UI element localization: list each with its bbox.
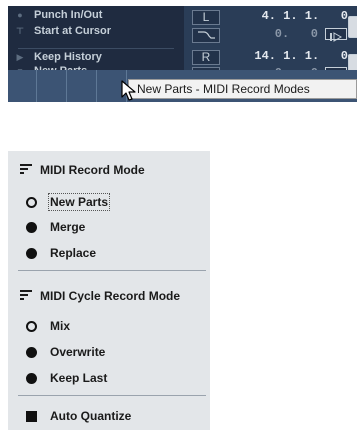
- skip-forward-button[interactable]: [325, 28, 347, 42]
- radio-dot-icon: [26, 373, 37, 384]
- menu-item-mix[interactable]: Mix: [26, 317, 71, 335]
- radio-dot-icon: [26, 222, 37, 233]
- menu-item-label: Replace: [50, 246, 97, 260]
- right-locator-position[interactable]: 14. 1. 1. 0: [218, 49, 348, 63]
- left-locator-button[interactable]: L: [192, 10, 220, 25]
- midi-cycle-record-mode-heading: MIDI Cycle Record Mode: [20, 287, 180, 305]
- left-locator-sub: 0. 0: [274, 27, 318, 41]
- menu-item-overwrite[interactable]: Overwrite: [26, 343, 106, 361]
- ruler-gridline: [96, 70, 97, 102]
- left-locator-position[interactable]: 4. 1. 1. 0: [218, 9, 348, 23]
- mouse-cursor-icon: [121, 80, 136, 101]
- punch-in-out-label: Punch In/Out: [34, 9, 103, 21]
- side-handle[interactable]: [348, 16, 357, 38]
- list-lines-icon: [20, 163, 32, 175]
- menu-item-label: Auto Quantize: [50, 409, 132, 423]
- divider: [18, 48, 174, 49]
- menu-item-label: Mix: [50, 319, 71, 333]
- play-icon: ▶: [16, 52, 24, 62]
- menu-item-label: New Parts: [47, 193, 111, 211]
- midi-record-mode-heading: MIDI Record Mode: [20, 161, 145, 179]
- menu-item-merge[interactable]: Merge: [26, 218, 86, 236]
- record-dot-icon: ●: [17, 10, 23, 20]
- tooltip: New Parts - MIDI Record Modes: [128, 79, 357, 99]
- ruler-gridline: [66, 70, 67, 102]
- radio-dot-icon: [26, 347, 37, 358]
- midi-cycle-record-mode-label: MIDI Cycle Record Mode: [40, 289, 181, 303]
- right-locator-button[interactable]: R: [192, 50, 220, 65]
- radio-dot-icon: [26, 248, 37, 259]
- keep-history-option[interactable]: ▶ Keep History: [8, 50, 184, 64]
- menu-item-label: Overwrite: [50, 345, 106, 359]
- start-at-cursor-option[interactable]: ⊤ Start at Cursor: [8, 24, 184, 38]
- cursor-start-icon: ⊤: [15, 26, 25, 36]
- skip-forward-icon: [330, 32, 343, 42]
- menu-item-new-parts[interactable]: New Parts: [26, 193, 111, 211]
- menu-item-label: Keep Last: [50, 371, 108, 385]
- menu-item-auto-quantize[interactable]: Auto Quantize: [26, 407, 132, 425]
- ruler-gridline: [36, 70, 37, 102]
- keep-history-label: Keep History: [34, 51, 102, 63]
- punch-in-out-option[interactable]: ● Punch In/Out: [8, 8, 184, 22]
- radio-ring-icon: [26, 321, 37, 332]
- menu-item-keep-last[interactable]: Keep Last: [26, 369, 108, 387]
- menu-divider: [18, 270, 206, 271]
- menu-item-replace[interactable]: Replace: [26, 244, 97, 262]
- menu-item-label: Merge: [50, 220, 86, 234]
- midi-record-menu: MIDI Record Mode New Parts Merge Replace…: [8, 151, 210, 403]
- start-at-cursor-label: Start at Cursor: [34, 25, 112, 37]
- midi-record-mode-label: MIDI Record Mode: [40, 163, 145, 177]
- radio-ring-icon: [26, 197, 37, 208]
- list-lines-icon: [20, 289, 32, 301]
- menu-divider: [18, 395, 206, 396]
- checkbox-square-icon: [26, 411, 37, 422]
